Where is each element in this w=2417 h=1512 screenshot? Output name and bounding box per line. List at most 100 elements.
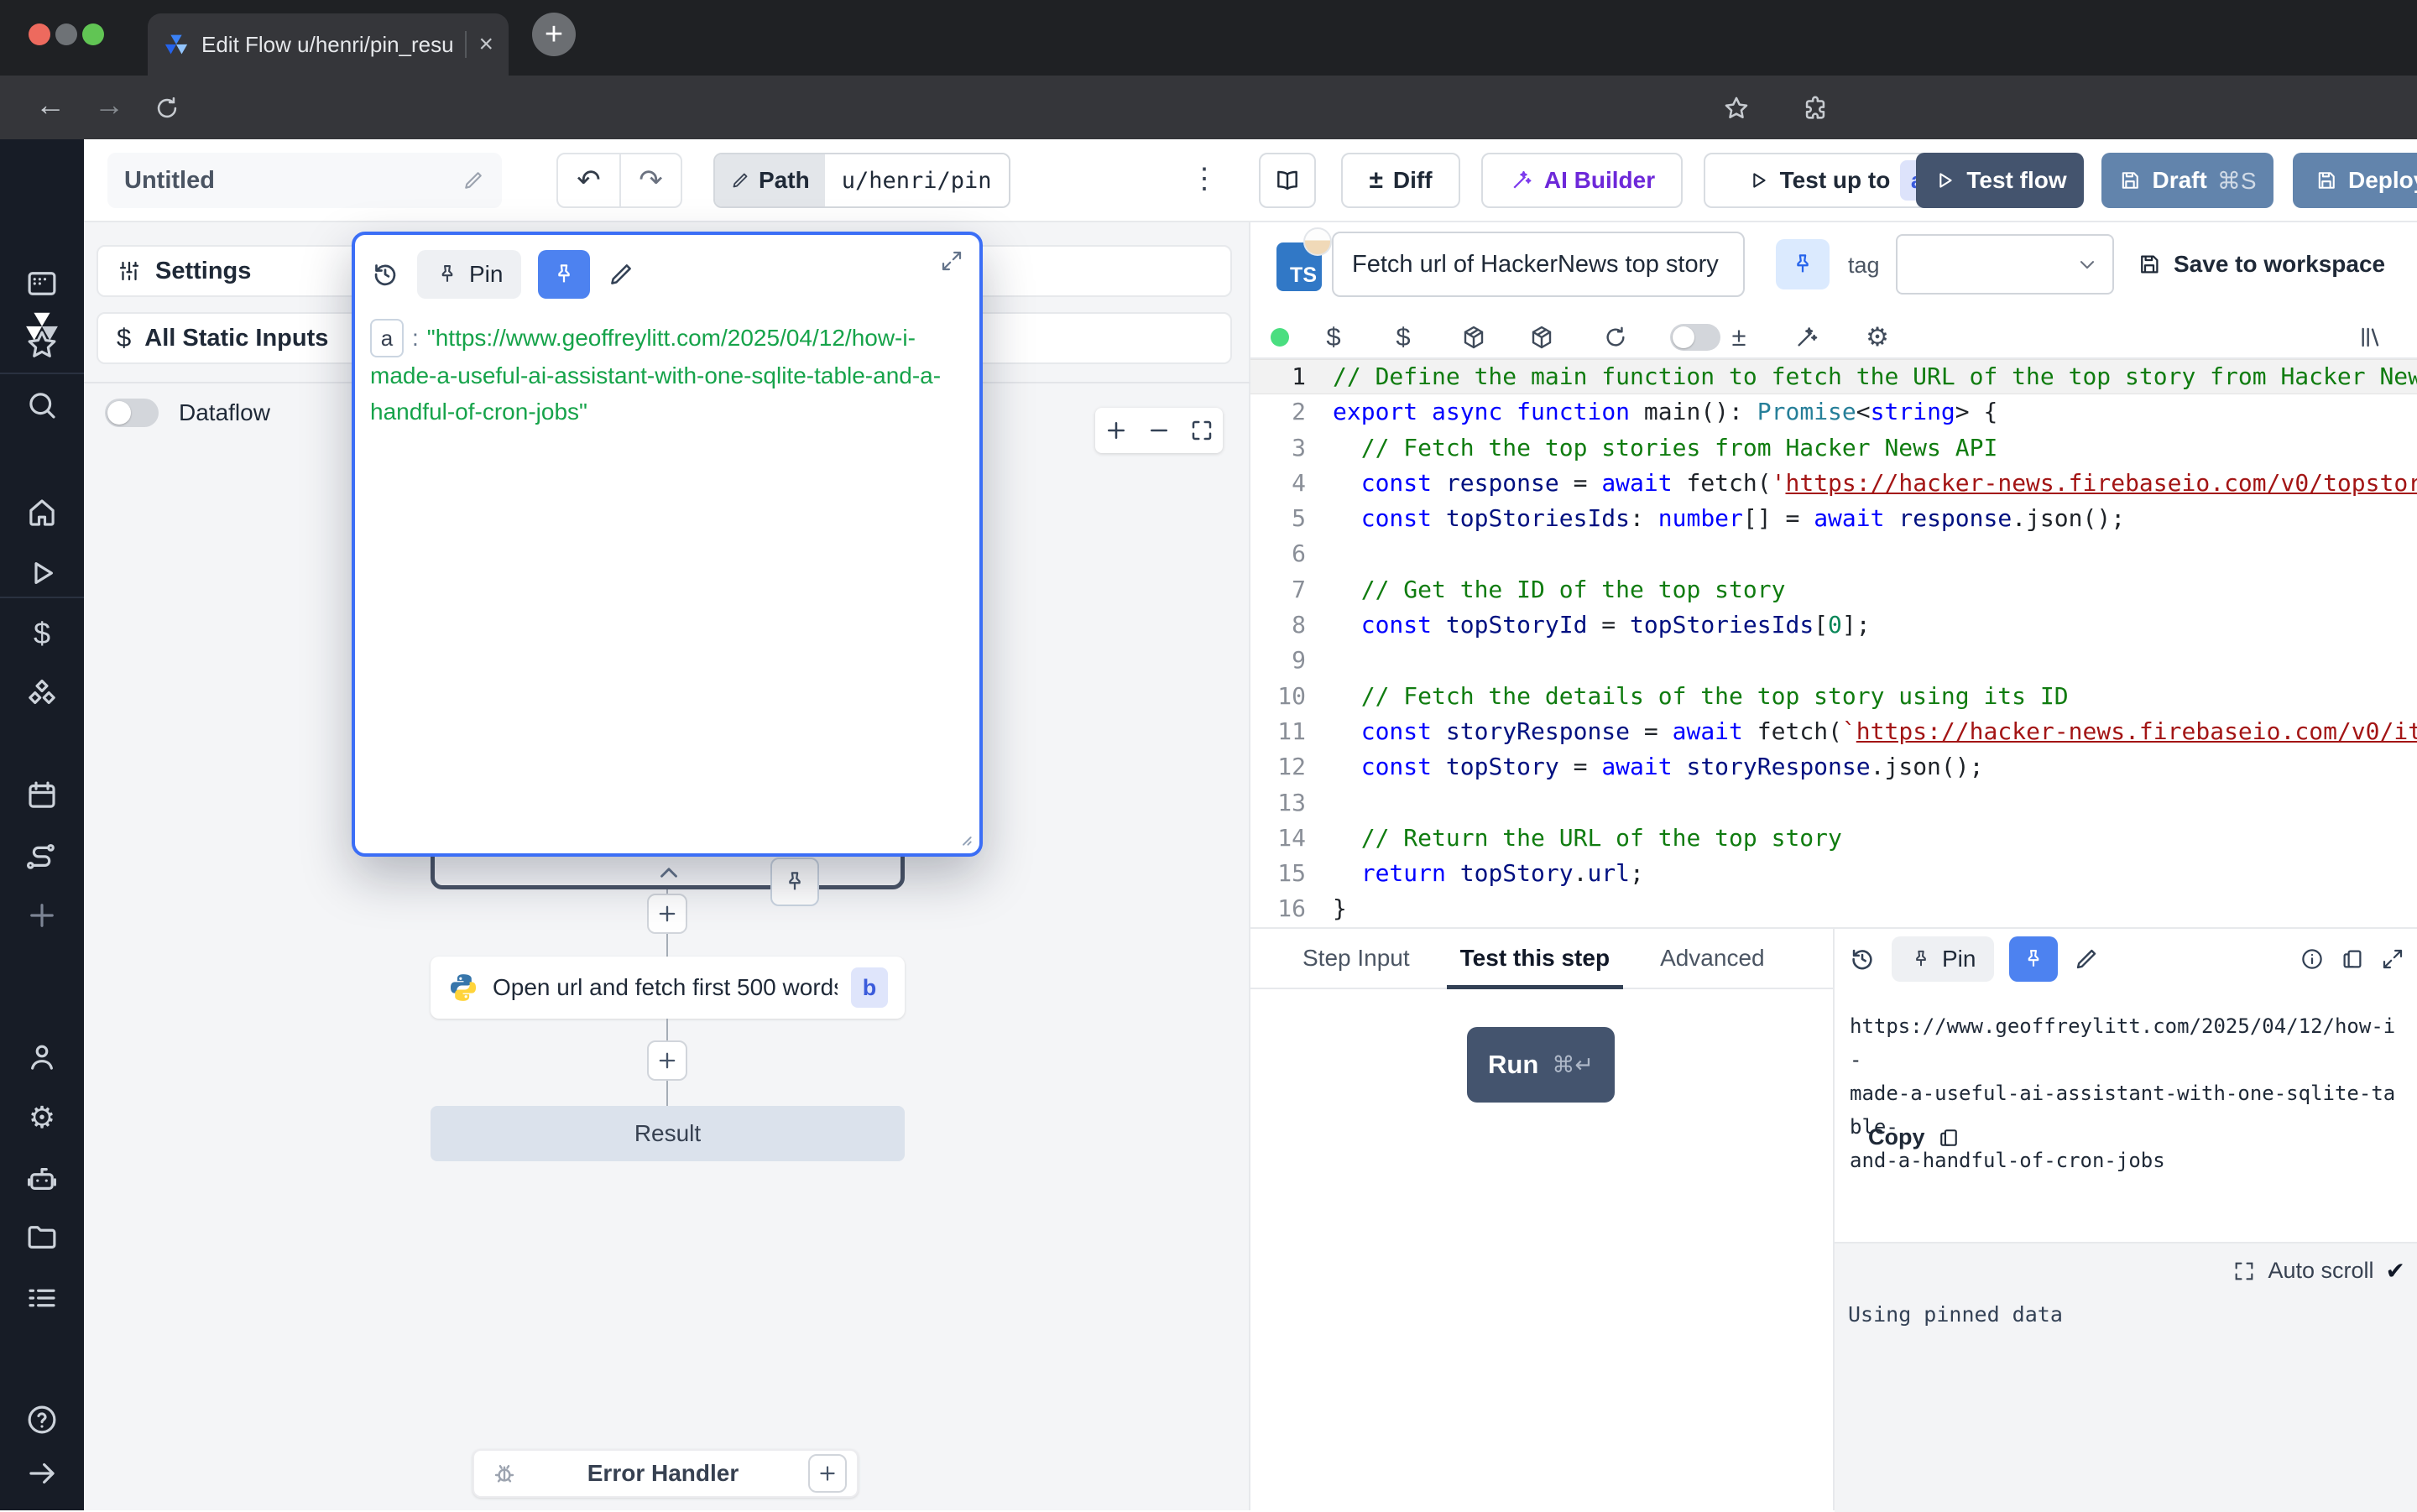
calendar-icon[interactable] <box>24 778 60 813</box>
route-icon[interactable] <box>24 838 60 873</box>
expand-icon[interactable] <box>939 248 964 274</box>
search-icon[interactable] <box>24 388 60 423</box>
library-icon[interactable] <box>2357 324 2384 351</box>
pin-button[interactable]: Pin <box>417 250 521 299</box>
step-summary-input[interactable] <box>1332 232 1745 297</box>
result-value: https://www.geoffreylitt.com/2025/04/12/… <box>1850 1009 2407 1177</box>
redo-icon[interactable]: ↷ <box>619 154 681 206</box>
flow-node-b[interactable]: Open url and fetch first 500 words of ..… <box>431 957 905 1019</box>
error-handler-node[interactable]: Error Handler <box>472 1449 859 1498</box>
info-icon[interactable] <box>2300 946 2325 972</box>
extensions-puzzle-icon[interactable] <box>1801 94 1830 123</box>
package-icon[interactable] <box>1460 324 1487 351</box>
gear-icon[interactable]: ⚙ <box>1866 322 1889 352</box>
draft-shortcut: ⌘S <box>2217 167 2257 195</box>
bookmark-star-icon[interactable] <box>1722 94 1751 123</box>
diff-button[interactable]: ± Diff <box>1341 153 1460 208</box>
flow-name-field[interactable]: Untitled <box>107 153 502 208</box>
tab-step-input[interactable]: Step Input <box>1281 929 1432 988</box>
folder-icon[interactable] <box>24 1220 60 1255</box>
forward-icon[interactable]: → <box>94 87 124 123</box>
help-circle-icon[interactable] <box>24 1402 60 1437</box>
browser-tab[interactable]: Edit Flow u/henri/pin_results × <box>148 13 509 76</box>
code-line-8: 8 const topStoryId = topStoriesIds[0]; <box>1250 607 2417 643</box>
node-pin-badge[interactable] <box>770 858 819 906</box>
tab-close-icon[interactable]: × <box>478 30 493 59</box>
auto-scroll-toggle[interactable]: Auto scroll ✔ <box>2232 1257 2405 1285</box>
edit-pencil-icon[interactable] <box>462 169 485 192</box>
expand-icon[interactable] <box>2380 946 2405 972</box>
back-icon[interactable]: ← <box>35 87 65 123</box>
dataflow-toggle[interactable] <box>105 399 159 427</box>
code-line-10: 10 // Fetch the details of the top story… <box>1250 679 2417 714</box>
dollar-icon[interactable]: $ <box>1396 322 1410 352</box>
history-icon[interactable] <box>370 259 400 289</box>
run-button[interactable]: Run ⌘↵ <box>1467 1027 1615 1103</box>
tab-test-this-step[interactable]: Test this step <box>1438 929 1631 988</box>
minimize-window-button[interactable] <box>55 23 77 45</box>
refresh-icon[interactable] <box>1602 324 1629 351</box>
insert-step-button[interactable] <box>647 894 687 934</box>
tab-advanced[interactable]: Advanced <box>1638 929 1787 988</box>
pinned-toggle-button[interactable] <box>538 250 590 299</box>
result-node-label: Result <box>634 1120 701 1147</box>
workspace-emoji-icon <box>1303 227 1332 256</box>
user-icon[interactable] <box>24 1040 60 1075</box>
resize-handle[interactable] <box>953 826 974 848</box>
cubes-icon[interactable] <box>24 677 60 712</box>
chevron-up-icon[interactable] <box>655 858 683 887</box>
ai-builder-button[interactable]: AI Builder <box>1481 153 1683 208</box>
path-widget[interactable]: Path u/henri/pin <box>713 153 1010 208</box>
robot-icon[interactable] <box>24 1161 60 1197</box>
plus-icon[interactable] <box>24 898 60 933</box>
home-icon[interactable] <box>24 495 60 530</box>
code-line-5: 5 const topStoriesIds: number[] = await … <box>1250 501 2417 536</box>
dollar-icon[interactable]: $ <box>24 616 60 651</box>
star-icon[interactable] <box>24 327 60 362</box>
plus-icon <box>655 1049 679 1072</box>
path-button[interactable]: Path <box>715 154 825 206</box>
toggle-icon[interactable] <box>1670 324 1720 351</box>
plus-minus-icon[interactable]: ± <box>1731 322 1746 352</box>
gear-icon[interactable]: ⚙ <box>24 1100 60 1135</box>
pinned-toggle-button[interactable] <box>2009 936 2058 982</box>
undo-icon[interactable]: ↶ <box>558 154 619 206</box>
save-to-workspace-button[interactable]: Save to workspace <box>2137 244 2385 284</box>
edit-pencil-icon[interactable] <box>607 260 635 289</box>
more-options-icon[interactable]: ⋮ <box>1190 164 1219 193</box>
close-window-button[interactable] <box>29 23 50 45</box>
maximize-window-button[interactable] <box>82 23 104 45</box>
reload-icon[interactable] <box>153 94 181 123</box>
new-tab-button[interactable]: + <box>532 13 576 56</box>
step-pin-button[interactable] <box>1776 239 1830 289</box>
draft-button[interactable]: Draft ⌘S <box>2101 153 2273 208</box>
history-icon[interactable] <box>1848 945 1877 973</box>
fullscreen-icon[interactable] <box>2232 1259 2256 1283</box>
copy-clipboard-icon[interactable] <box>2340 946 2365 972</box>
tag-select[interactable] <box>1896 234 2114 295</box>
zoom-out-icon[interactable] <box>1146 418 1172 443</box>
window-icon[interactable] <box>24 266 60 301</box>
zoom-in-icon[interactable] <box>1104 418 1129 443</box>
dollar-icon[interactable]: $ <box>1326 322 1340 352</box>
docs-book-button[interactable] <box>1259 153 1316 208</box>
package-icon[interactable] <box>1528 324 1555 351</box>
edit-pencil-icon[interactable] <box>2073 946 2100 972</box>
add-error-handler-button[interactable] <box>808 1454 847 1493</box>
canvas-zoom-controls <box>1095 408 1223 453</box>
copy-button[interactable]: Copy <box>1868 1124 1960 1150</box>
flow-result-node[interactable]: Result <box>431 1106 905 1161</box>
insert-step-button[interactable] <box>647 1040 687 1081</box>
deploy-button[interactable]: Deploy <box>2293 153 2417 208</box>
arg-name-chip: a <box>370 319 404 357</box>
code-editor[interactable]: 1// Define the main function to fetch th… <box>1250 359 2417 927</box>
magic-wand-icon[interactable] <box>1793 324 1820 351</box>
play-icon[interactable] <box>24 555 60 591</box>
list-icon[interactable] <box>24 1280 60 1316</box>
sliders-icon <box>117 258 142 284</box>
test-flow-button[interactable]: Test flow <box>1916 153 2084 208</box>
dataflow-label: Dataflow <box>179 399 270 426</box>
pin-button[interactable]: Pin <box>1892 936 1994 982</box>
arrow-right-icon[interactable] <box>24 1456 60 1491</box>
fit-view-icon[interactable] <box>1189 418 1214 443</box>
